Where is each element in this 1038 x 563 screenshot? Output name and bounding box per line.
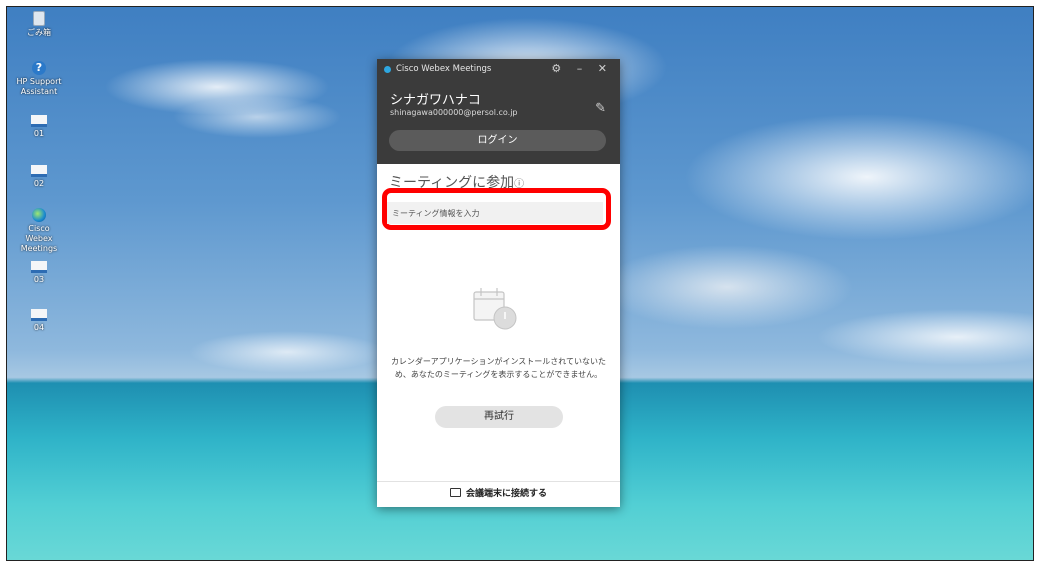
webex-window: Cisco Webex Meetings ⚙ – ✕ シナガワハナコ shina… <box>377 59 620 507</box>
user-email: shinagawa000000@persol.co.jp <box>390 108 518 117</box>
document-icon <box>31 261 47 273</box>
desktop-icon-label: 04 <box>33 323 45 332</box>
desktop-icon-label: ごみ箱 <box>27 28 51 37</box>
titlebar-controls[interactable]: ⚙ – ✕ <box>551 62 613 75</box>
desktop-icon-label: Cisco Webex Meetings <box>20 224 58 253</box>
desktop-icon-03[interactable]: 03 <box>16 261 62 285</box>
meeting-info-input[interactable] <box>387 202 603 224</box>
webex-logo-icon <box>384 66 391 73</box>
edit-icon[interactable]: ✎ <box>595 101 606 116</box>
titlebar[interactable]: Cisco Webex Meetings ⚙ – ✕ <box>377 59 620 81</box>
connect-device-button[interactable]: 会議端末に接続する <box>377 482 620 507</box>
desktop-icon-02[interactable]: 02 <box>16 165 62 189</box>
document-icon <box>31 309 47 321</box>
desktop-icon-label: 03 <box>33 275 45 284</box>
help-icon: ? <box>32 61 46 75</box>
webex-icon <box>32 208 46 222</box>
desktop-icon-04[interactable]: 04 <box>16 309 62 333</box>
desktop-icon-recycle-bin[interactable]: ごみ箱 <box>16 11 62 38</box>
calendar-icon <box>473 288 517 330</box>
calendar-message: カレンダーアプリケーションがインストールされていないため、あなたのミーティングを… <box>390 357 607 379</box>
retry-button[interactable]: 再試行 <box>435 406 563 428</box>
desktop-icon-label: HP Support Assistant <box>16 77 62 96</box>
recycle-bin-icon <box>33 11 45 26</box>
document-icon <box>31 165 47 177</box>
cast-icon <box>449 488 461 497</box>
desktop-icon-01[interactable]: 01 <box>16 115 62 139</box>
window-title: Cisco Webex Meetings <box>396 64 492 74</box>
desktop-icon-hp-support[interactable]: ? HP Support Assistant <box>16 61 62 97</box>
user-name: シナガワハナコ <box>390 93 481 108</box>
desktop-icon-label: 01 <box>33 129 45 138</box>
desktop: ごみ箱 ? HP Support Assistant 01 02 Cisco W… <box>6 6 1034 561</box>
connect-device-footer[interactable]: 会議端末に接続する <box>377 481 620 507</box>
webex-header: Cisco Webex Meetings ⚙ – ✕ シナガワハナコ shina… <box>377 59 620 164</box>
connect-device-label: 会議端末に接続する <box>465 489 547 499</box>
desktop-icon-webex[interactable]: Cisco Webex Meetings <box>16 208 62 254</box>
document-icon <box>31 115 47 127</box>
login-button[interactable]: ログイン <box>389 130 606 151</box>
desktop-icon-label: 02 <box>33 179 45 188</box>
